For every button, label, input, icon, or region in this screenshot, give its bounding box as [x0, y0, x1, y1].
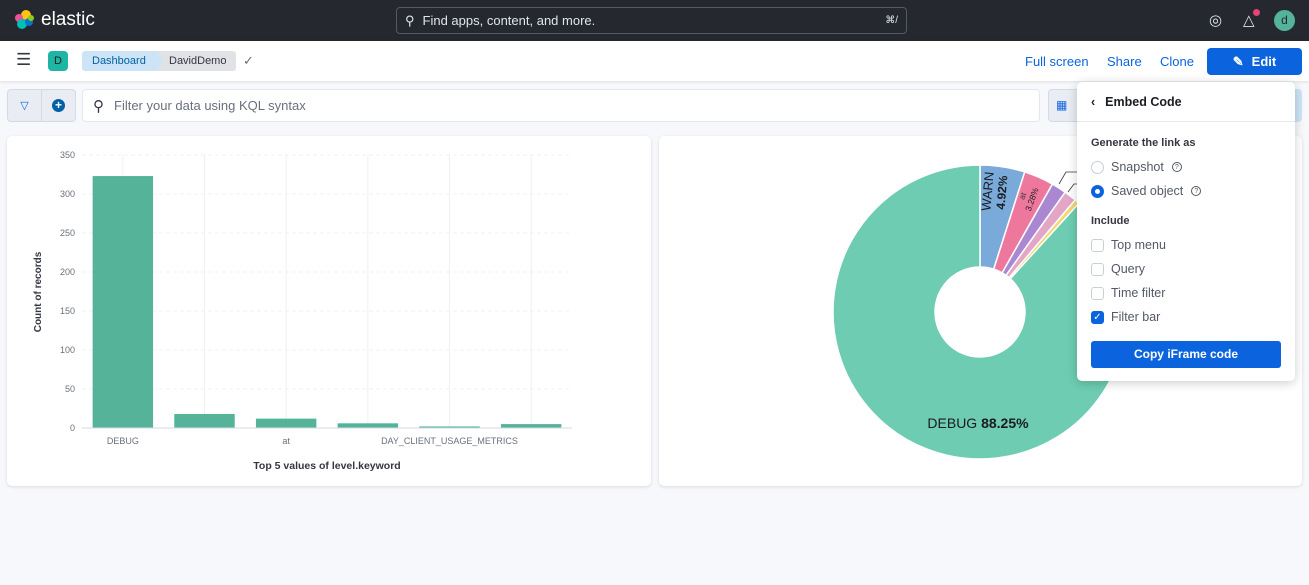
filter-controls: ▽ + — [7, 89, 76, 122]
share-link[interactable]: Share — [1107, 54, 1142, 69]
kql-query-input[interactable]: ⚲ Filter your data using KQL syntax — [82, 89, 1040, 122]
checkbox[interactable] — [1091, 262, 1104, 276]
bar — [92, 176, 154, 428]
y-axis-title: Count of records — [33, 251, 44, 332]
y-tick-label: 200 — [60, 267, 75, 277]
y-tick-label: 100 — [60, 345, 75, 355]
logo-text: elastic — [41, 9, 95, 30]
radio-snapshot[interactable]: Snapshot? — [1091, 160, 1182, 174]
x-axis-title: Top 5 values of level.keyword — [253, 460, 400, 472]
checkbox-top-menu[interactable]: Top menu — [1091, 238, 1166, 252]
pencil-icon: ✎ — [1232, 53, 1244, 69]
checkbox-query[interactable]: Query — [1091, 262, 1145, 276]
elastic-logo[interactable]: elastic — [13, 9, 95, 31]
dashboard-subheader: ☰ D Dashboard DavidDemo ✓ Full screen Sh… — [0, 41, 1309, 81]
bar-chart: 0 50 100 150 200 250 300 350 DEBUG at DAY_CLIENT_U… — [33, 150, 572, 472]
menu-icon[interactable]: ☰ — [16, 51, 31, 68]
checkbox-checked[interactable]: ✓ — [1091, 310, 1104, 324]
help-icon[interactable]: ◎ — [1209, 11, 1222, 29]
checkbox-filter-bar[interactable]: ✓ Filter bar — [1091, 310, 1160, 324]
checkbox[interactable] — [1091, 238, 1104, 252]
option-label: Filter bar — [1111, 310, 1161, 324]
popover-title: Embed Code — [1105, 94, 1182, 109]
y-tick-label: 250 — [60, 228, 75, 238]
space-avatar[interactable]: D — [48, 51, 68, 71]
filter-menu-button[interactable]: ▽ — [8, 90, 42, 121]
calendar-icon: ▦ — [1056, 98, 1068, 112]
search-icon: ⚲ — [93, 97, 104, 115]
radio-button[interactable] — [1091, 184, 1104, 198]
y-tick-label: 300 — [60, 189, 75, 199]
share-embed-popover: ‹ Embed Code Generate the link as Snapsho… — [1077, 82, 1295, 381]
label-leader-line — [1067, 183, 1077, 193]
y-tick-label: 0 — [70, 423, 75, 433]
slice-value: 88.25% — [981, 415, 1029, 431]
generate-label: Generate the link as — [1091, 137, 1196, 149]
x-tick-label: DEBUG — [107, 436, 139, 446]
search-icon: ⚲ — [405, 12, 415, 28]
global-search-input[interactable]: ⚲ Find apps, content, and more. ⌘/ — [396, 7, 907, 34]
x-tick-label: at — [282, 436, 290, 446]
add-filter-button[interactable]: + — [42, 90, 75, 121]
option-label: Query — [1111, 262, 1146, 276]
copy-iframe-code-button[interactable]: Copy iFrame code — [1091, 341, 1281, 368]
edit-label: Edit — [1251, 54, 1277, 69]
y-tick-label: 150 — [60, 306, 75, 316]
y-tick-label: 50 — [65, 384, 75, 394]
back-chevron-icon[interactable]: ‹ — [1091, 95, 1095, 109]
popover-header[interactable]: ‹ Embed Code — [1077, 82, 1295, 122]
search-placeholder: Find apps, content, and more. — [422, 13, 596, 28]
user-avatar[interactable]: d — [1274, 10, 1295, 31]
saved-check-icon: ✓ — [243, 53, 254, 68]
plus-icon: + — [52, 99, 65, 112]
checkbox[interactable] — [1091, 286, 1104, 300]
newsfeed-icon[interactable]: △ — [1243, 9, 1260, 29]
slice-label: DEBUG — [927, 415, 981, 431]
bar — [500, 424, 562, 428]
full-screen-link[interactable]: Full screen — [1025, 54, 1089, 69]
help-icon[interactable]: ? — [1171, 162, 1182, 172]
option-label: Saved object — [1111, 184, 1184, 198]
slice-value: 4.92% — [994, 175, 1011, 210]
clone-link[interactable]: Clone — [1160, 54, 1194, 69]
include-label: Include — [1091, 215, 1130, 227]
edit-button[interactable]: ✎ Edit — [1207, 48, 1302, 75]
y-tick-label: 350 — [60, 150, 75, 160]
query-placeholder: Filter your data using KQL syntax — [114, 98, 306, 113]
option-label: Time filter — [1111, 286, 1166, 300]
bar — [337, 423, 399, 428]
bar — [174, 413, 235, 428]
bar-chart-panel: 0 50 100 150 200 250 300 350 DEBUG at DAY_CLIENT_U… — [7, 136, 651, 486]
bar — [255, 418, 317, 428]
option-label: Top menu — [1111, 238, 1166, 252]
radio-button[interactable] — [1091, 160, 1104, 174]
top-header: elastic ⚲ Find apps, content, and more. … — [0, 0, 1309, 41]
slice-label-debug: DEBUG 88.25% — [927, 415, 1029, 431]
breadcrumb-dashboard[interactable]: Dashboard — [82, 51, 164, 71]
x-tick-label: DAY_CLIENT_USAGE_METRICS — [381, 436, 518, 446]
elastic-logo-icon — [15, 10, 34, 29]
checkbox-time-filter[interactable]: Time filter — [1091, 286, 1165, 300]
slice-label-warn: WARN4.92% — [978, 171, 1011, 211]
radio-saved-object[interactable]: Saved object? — [1091, 184, 1202, 198]
search-shortcut: ⌘/ — [885, 15, 898, 26]
label-leader-line — [1058, 171, 1077, 185]
option-label: Snapshot — [1111, 160, 1164, 174]
breadcrumb-current: DavidDemo — [157, 51, 237, 71]
help-icon[interactable]: ? — [1191, 186, 1202, 196]
